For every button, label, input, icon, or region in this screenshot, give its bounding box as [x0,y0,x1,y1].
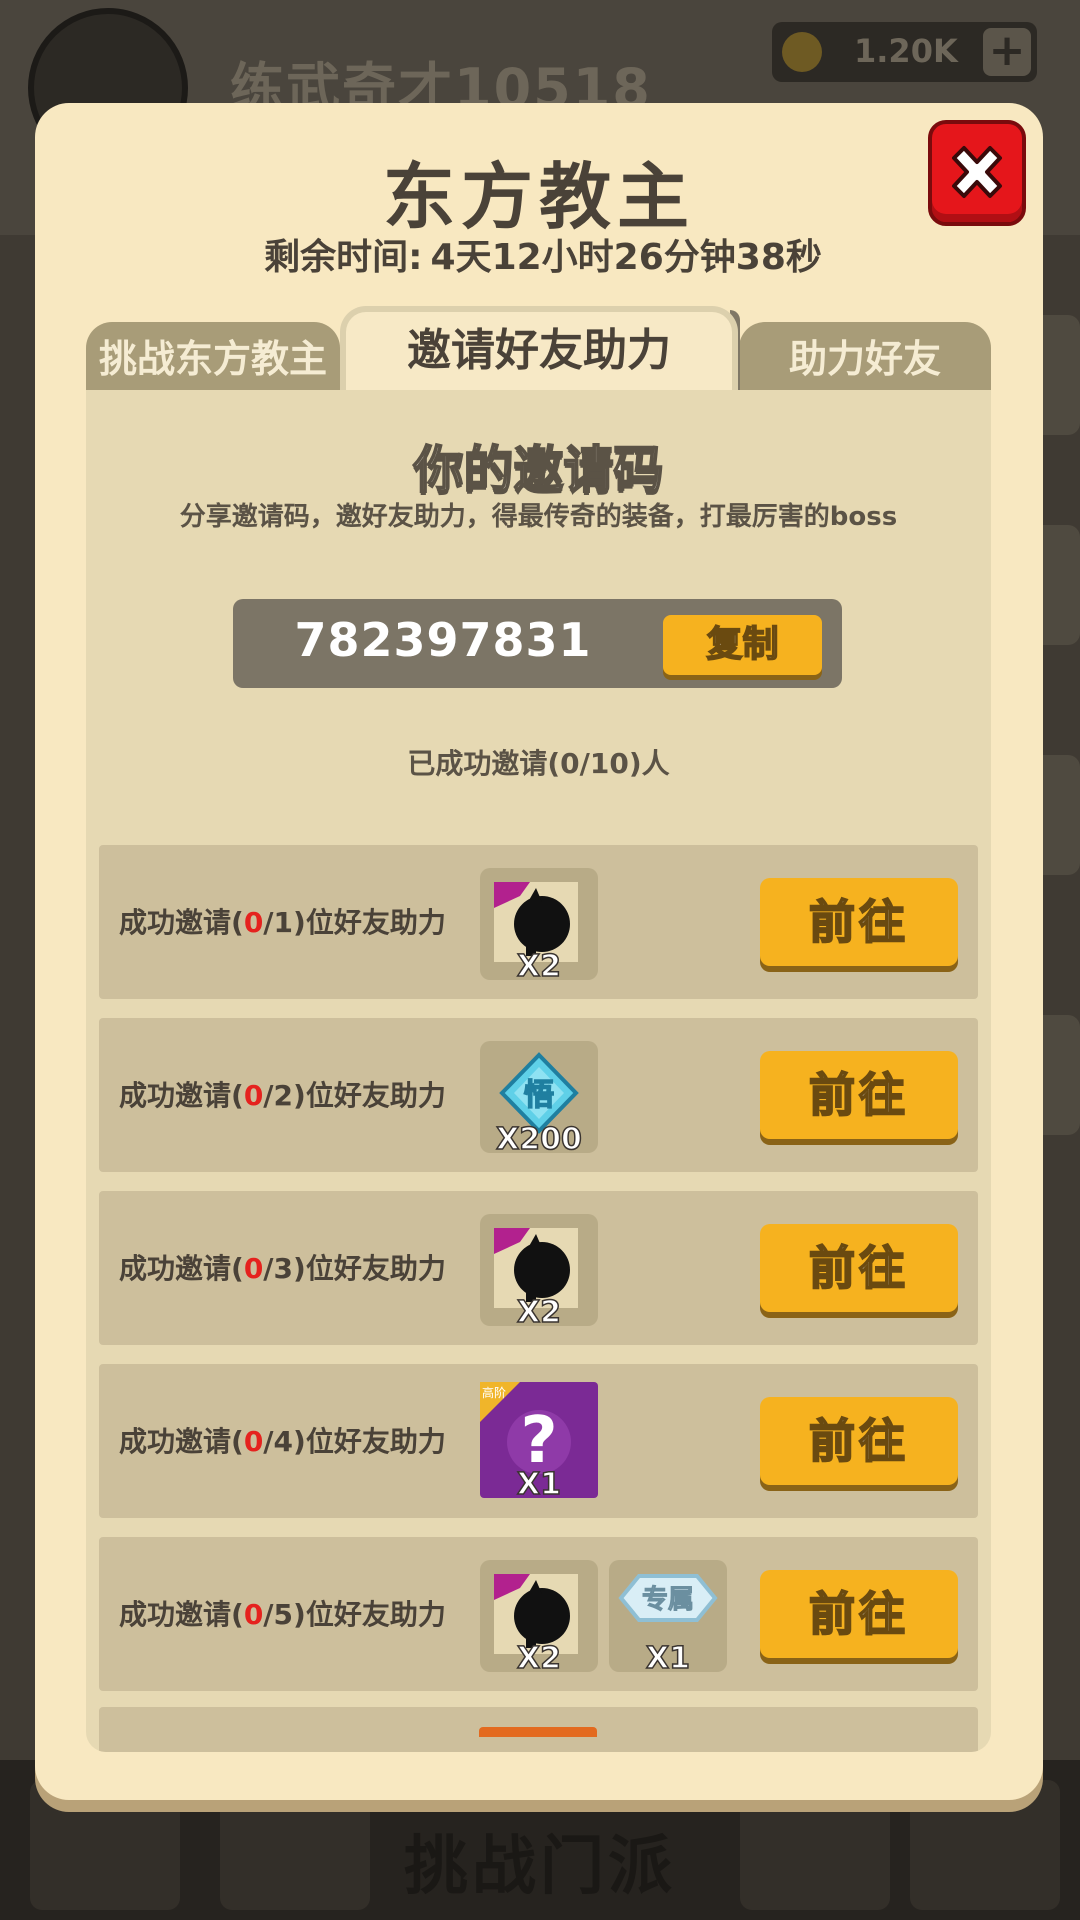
task-progress: 0 [243,1598,264,1631]
tab-invite-friends[interactable]: 邀请好友助力 [340,306,738,392]
reward-count: X1 [516,1466,562,1503]
invite-code-value: 782397831 [294,613,592,667]
task-row: 成功邀请(0/3)位好友助力 X2 前往 [99,1191,978,1345]
go-button[interactable]: 前往 [760,1570,958,1658]
bottom-title: 挑战门派 [404,1830,676,1904]
task-row: 成功邀请(0/1)位好友助力 X2 前往 [99,845,978,999]
task-progress: 0 [243,1425,264,1458]
add-coin-button: + [983,28,1031,76]
reward-count: X2 [516,948,562,985]
remaining-time-label: 剩余时间: [264,237,423,278]
reward-item-partial [479,1727,597,1737]
go-button[interactable]: 前往 [760,1051,958,1139]
copy-button[interactable]: 复制 [663,615,822,675]
task-label: 成功邀请(0/2)位好友助力 [119,1079,446,1112]
task-label: 成功邀请(0/5)位好友助力 [119,1598,446,1631]
task-label: 成功邀请(0/4)位好友助力 [119,1425,446,1458]
remaining-time: 剩余时间: 4天12小时26分钟38秒 [35,228,1043,280]
reward-item[interactable]: X2 [480,1560,598,1677]
svg-text:专属: 专属 [642,1585,694,1615]
reward-item[interactable]: 悟 X200 [480,1041,598,1158]
go-button[interactable]: 前往 [760,878,958,966]
reward-item[interactable]: X2 [480,1214,598,1331]
task-row: 成功邀请(0/4)位好友助力 ? 高阶 X1 前往 [99,1364,978,1518]
go-button[interactable]: 前往 [760,1224,958,1312]
reward-tier-tag: 高阶 [482,1386,507,1400]
invite-panel: 你的邀请码 分享邀请码，邀好友助力，得最传奇的装备，打最厉害的boss 7823… [86,390,991,1752]
task-label: 成功邀请(0/3)位好友助力 [119,1252,446,1285]
coin-display: 1.20K + [772,22,1037,82]
reward-count: X2 [516,1294,562,1331]
invite-code-box: 782397831 复制 [233,599,842,688]
reward-item[interactable]: ? 高阶 X1 [480,1382,598,1503]
invite-code-title: 你的邀请码 [413,440,665,500]
coin-icon [782,32,822,72]
task-progress: 0 [243,1079,264,1112]
task-progress: 0 [243,906,264,939]
reward-item[interactable]: X2 [480,868,598,985]
reward-count: X200 [495,1121,582,1158]
invite-description: 分享邀请码，邀好友助力，得最传奇的装备，打最厉害的boss [179,502,898,532]
coin-value: 1.20K [854,32,958,70]
task-row: 成功邀请(0/2)位好友助力 悟 X200 前往 [99,1018,978,1172]
task-progress: 0 [243,1252,264,1285]
svg-text:悟: 悟 [524,1078,554,1113]
reward-item[interactable]: 专属 X1 [609,1560,727,1677]
reward-count: X1 [645,1640,691,1677]
task-row-partial [99,1707,978,1752]
reward-count: X2 [516,1640,562,1677]
task-label: 成功邀请(0/1)位好友助力 [119,906,446,939]
tab-help-friends[interactable]: 助力好友 [739,322,991,392]
invited-count: 已成功邀请(0/10)人 [407,747,670,780]
task-row: 成功邀请(0/5)位好友助力 X2 专属 X1 前往 [99,1537,978,1691]
go-button[interactable]: 前往 [760,1397,958,1485]
tab-challenge-boss[interactable]: 挑战东方教主 [86,322,340,392]
remaining-time-value: 4天12小时26分钟38秒 [430,237,822,278]
